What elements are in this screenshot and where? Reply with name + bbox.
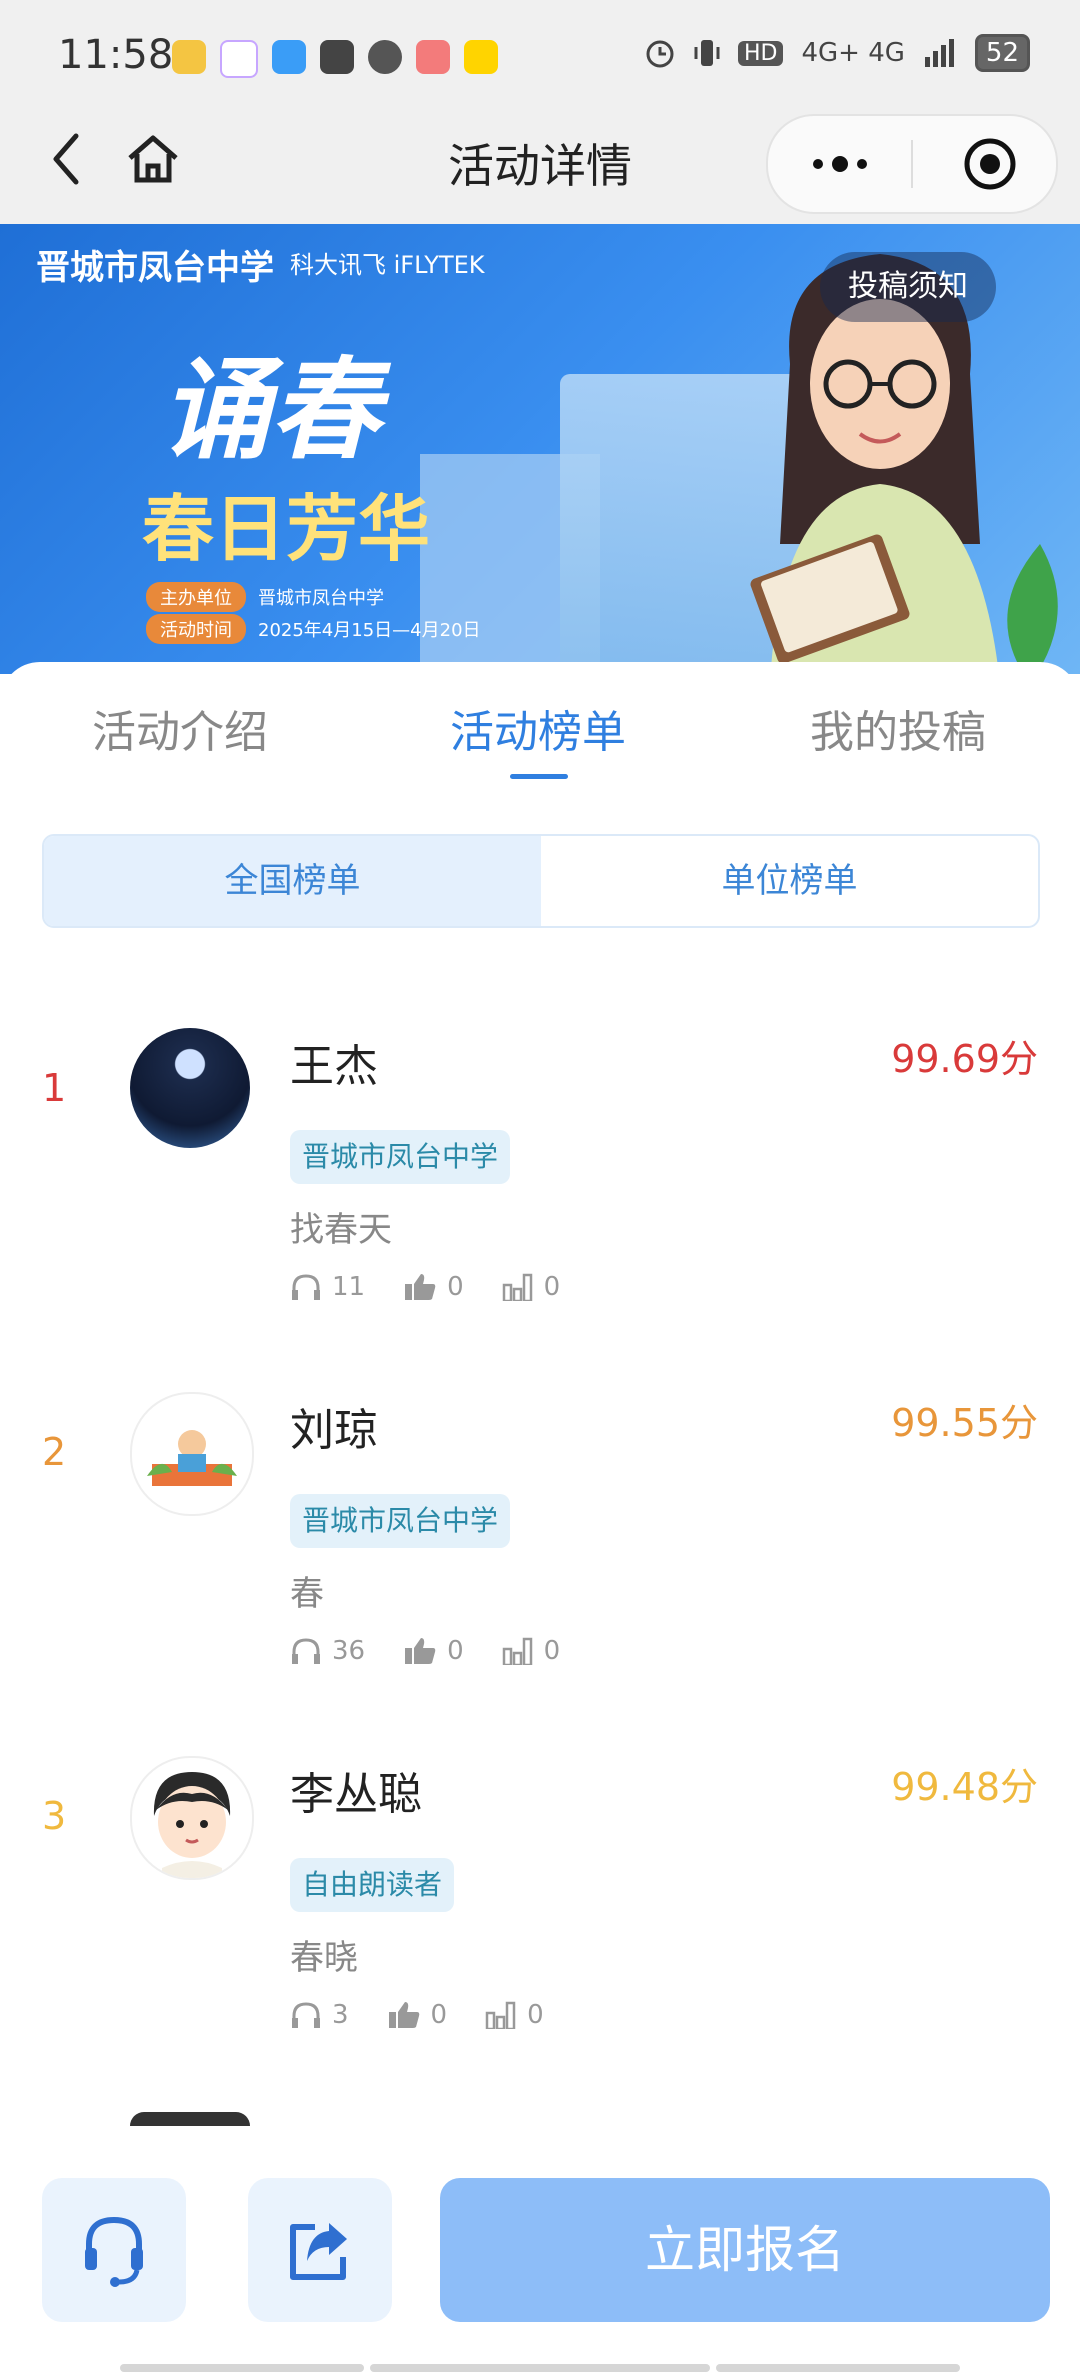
vibrate-icon	[694, 40, 720, 66]
gesture-bar-segment	[716, 2364, 960, 2372]
work-title: 找春天	[290, 1210, 392, 1250]
organization-badge: 自由朗读者	[290, 1858, 455, 1912]
host-label: 主办单位	[146, 582, 246, 612]
score: 99.69分	[891, 1037, 1038, 1081]
banner-school-name: 晋城市凤台中学	[36, 248, 274, 288]
rank-number: 1	[42, 1066, 67, 1110]
work-title: 春	[290, 1574, 324, 1614]
leaf-decoration	[1007, 544, 1058, 674]
capsule-divider	[911, 140, 913, 188]
bar-chart-icon	[502, 1637, 532, 1665]
listen-count: 11	[332, 1272, 366, 1302]
hd-badge: HD	[737, 40, 784, 66]
headphones-icon	[292, 1274, 320, 1300]
vote-count: 0	[527, 2000, 544, 2030]
banner-brand: 科大讯飞 iFLYTEK	[290, 251, 485, 279]
organization-badge: 晋城市凤台中学	[290, 1130, 511, 1184]
stats-row: 36 0 0	[290, 1636, 598, 1666]
stats-row: 11 0 0	[290, 1272, 598, 1302]
thumbs-up-icon[interactable]	[403, 1636, 437, 1666]
gesture-bar-segment	[370, 2364, 710, 2372]
tab-leaderboard[interactable]: 活动榜单	[450, 696, 626, 760]
more-icon[interactable]	[808, 150, 872, 178]
bar-chart-icon	[502, 1273, 532, 1301]
mini-program-capsule	[766, 114, 1058, 214]
work-title: 春晓	[290, 1938, 358, 1978]
ranking-item[interactable]: 3 李丛聪 99.48分 自由朗读者 春晓 3 0 0	[0, 1738, 1080, 2058]
time-label: 活动时间	[146, 614, 246, 644]
time-value: 2025年4月15日—4月20日	[258, 620, 481, 641]
user-name: 王杰	[290, 1041, 378, 1092]
signal-icon	[924, 39, 954, 67]
user-name: 刘琼	[290, 1405, 378, 1456]
rank-number: 2	[42, 1430, 67, 1474]
like-count: 0	[447, 1636, 464, 1666]
like-count: 0	[447, 1272, 464, 1302]
segment-national[interactable]: 全国榜单	[44, 836, 541, 926]
organization-badge: 晋城市凤台中学	[290, 1494, 511, 1548]
active-tab-indicator	[510, 774, 568, 779]
avatar	[130, 1392, 254, 1516]
vote-count: 0	[543, 1272, 561, 1302]
banner-time-row: 活动时间 2025年4月15日—4月20日	[146, 614, 481, 644]
banner-headline: 诵春	[160, 345, 380, 474]
ranking-item[interactable]: 2 刘琼 99.55分 晋城市凤台中学 春 36 0 0	[0, 1374, 1080, 1694]
rank-number: 3	[42, 1794, 67, 1838]
listen-count: 36	[332, 1636, 366, 1666]
close-miniprogram-icon[interactable]	[962, 136, 1018, 192]
thumbs-up-icon[interactable]	[403, 1272, 437, 1302]
score: 99.55分	[891, 1401, 1038, 1445]
notification-icons	[172, 40, 498, 78]
network-indicator: 4G+ 4G	[801, 38, 905, 68]
share-button[interactable]	[248, 2178, 392, 2322]
host-value: 晋城市凤台中学	[258, 588, 384, 609]
gesture-bar-segment	[120, 2364, 364, 2372]
headset-icon	[85, 2216, 143, 2287]
bar-chart-icon	[485, 2001, 516, 2029]
tab-activity-intro[interactable]: 活动介绍	[92, 696, 268, 760]
alarm-icon	[646, 40, 674, 68]
stats-row: 3 0 0	[290, 2000, 582, 2030]
customer-service-button[interactable]	[42, 2178, 186, 2322]
headphones-icon	[292, 1638, 320, 1664]
like-count: 0	[430, 2000, 448, 2030]
next-avatar-partial	[130, 2112, 250, 2126]
segment-organization[interactable]: 单位榜单	[541, 836, 1038, 926]
banner-host-row: 主办单位 晋城市凤台中学	[146, 582, 384, 612]
status-right: HD 4G+ 4G 52	[644, 34, 1030, 72]
battery-level: 52	[974, 34, 1030, 72]
headphones-icon	[292, 2002, 320, 2028]
status-time: 11:58	[58, 32, 174, 78]
thumbs-up-icon[interactable]	[387, 2000, 421, 2030]
user-name: 李丛聪	[290, 1769, 422, 1820]
avatar	[130, 1756, 254, 1880]
listen-count: 3	[332, 2000, 349, 2030]
banner-subheadline: 春日芳华	[142, 487, 431, 571]
ranking-scope-toggle: 全国榜单 单位榜单	[42, 834, 1040, 928]
submission-notice-button[interactable]: 投稿须知	[820, 252, 996, 322]
tab-my-submissions[interactable]: 我的投稿	[810, 696, 986, 760]
ranking-item[interactable]: 1 王杰 99.69分 晋城市凤台中学 找春天 11 0 0	[0, 1010, 1080, 1330]
vote-count: 0	[543, 1636, 561, 1666]
score: 99.48分	[891, 1765, 1038, 1809]
avatar	[130, 1028, 250, 1148]
signup-button[interactable]: 立即报名	[440, 2178, 1050, 2322]
share-icon	[290, 2223, 347, 2280]
